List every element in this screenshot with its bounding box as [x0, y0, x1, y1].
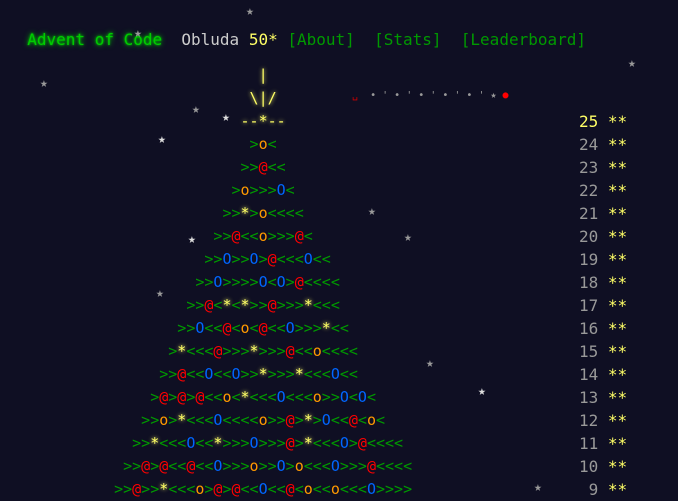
tree-row: >*<<<@>>>*>>>@<<o<<<<	[168, 342, 358, 360]
day-stars: **	[598, 227, 628, 246]
tree-row: |	[258, 66, 268, 84]
tree-row: >>*>o<<<<	[222, 204, 304, 222]
day-link[interactable]: 17 **	[579, 294, 627, 317]
day-link[interactable]: 19 **	[579, 248, 627, 271]
day-stars: **	[598, 457, 628, 476]
day-number: 15	[579, 342, 599, 361]
background-star-icon: ★	[534, 480, 542, 495]
day-number: 16	[579, 319, 599, 338]
nav-about-link[interactable]: [About]	[287, 30, 354, 49]
day-number: 25	[579, 112, 599, 131]
tree-row: >>@<<O<<O>>*>>>*<<<O<<	[159, 365, 358, 383]
day-stars: **	[598, 319, 628, 338]
day-number: 17	[579, 296, 599, 315]
day-stars: **	[598, 158, 628, 177]
day-stars: **	[598, 250, 628, 269]
day-link[interactable]: 13 **	[579, 386, 627, 409]
day-number: 22	[579, 181, 599, 200]
tree-row: >>@<<o>>>@<	[213, 227, 313, 245]
tree-row: >@>@>@<<o<*<<<O<<<o>>O<O<	[150, 388, 376, 406]
day-number: 18	[579, 273, 599, 292]
tree-row: >>O<<@<o<@<<O>>>*<<	[177, 319, 349, 337]
tree-row: >>@>>*<<<o>@>@<<O<<@<o<<o<<<O>>>>	[114, 480, 413, 498]
day-link[interactable]: 11 **	[579, 432, 627, 455]
nav-stats-link[interactable]: [Stats]	[374, 30, 441, 49]
day-stars: **	[598, 365, 628, 384]
day-link[interactable]: 22 **	[579, 179, 627, 202]
tree-row: --*--	[240, 112, 286, 130]
day-number: 9	[579, 480, 599, 499]
day-link[interactable]: 25 **	[579, 110, 627, 133]
christmas-tree: | \|/ --*-- >o< >>@<< >o>>>O< >>*>o<<<< …	[96, 64, 412, 501]
day-stars: **	[598, 388, 628, 407]
tree-row: >>o>*<<<O<<<<o>>@>*>O<<@<o<	[141, 411, 385, 429]
tree-row: \|/	[249, 89, 277, 107]
username: Obluda	[181, 30, 240, 49]
day-number: 21	[579, 204, 599, 223]
day-link[interactable]: 10 **	[579, 455, 627, 478]
background-star-icon: ★	[246, 4, 254, 19]
background-star-icon: ★	[134, 26, 142, 41]
day-stars: **	[598, 411, 628, 430]
tree-row: >>O>>O>@<<<O<<	[204, 250, 331, 268]
tree-row: >>@<*<*>>@>>>*<<<	[186, 296, 340, 314]
day-link[interactable]: 16 **	[579, 317, 627, 340]
day-stars: **	[598, 135, 628, 154]
day-link[interactable]: 21 **	[579, 202, 627, 225]
day-number: 13	[579, 388, 599, 407]
day-link[interactable]: 14 **	[579, 363, 627, 386]
day-stars: **	[598, 342, 628, 361]
day-stars: **	[598, 204, 628, 223]
day-stars: **	[598, 181, 628, 200]
day-number: 10	[579, 457, 599, 476]
background-star-icon: ★	[478, 384, 486, 399]
background-star-icon: ★	[40, 76, 48, 91]
day-number: 20	[579, 227, 599, 246]
day-number: 23	[579, 158, 599, 177]
day-stars: **	[598, 296, 628, 315]
day-list: 25 ** 24 ** 23 ** 22 ** 21 ** 20 ** 19 ** 18 **…	[579, 110, 627, 501]
day-link[interactable]: 18 **	[579, 271, 627, 294]
day-stars: **	[598, 480, 628, 499]
tree-row: >o>>>O<	[231, 181, 295, 199]
day-number: 11	[579, 434, 599, 453]
tree-row: >>@>@<<@<<O>>>o>>O>o<<<O>>>@<<<<	[123, 457, 413, 475]
day-number: 19	[579, 250, 599, 269]
day-link[interactable]: 20 **	[579, 225, 627, 248]
star-count: 50*	[248, 30, 278, 49]
day-link[interactable]: 9 **	[579, 478, 628, 501]
nav-leaderboard-link[interactable]: [Leaderboard]	[461, 30, 586, 49]
day-stars: **	[598, 434, 628, 453]
day-stars: **	[598, 112, 628, 131]
day-number: 12	[579, 411, 599, 430]
day-link[interactable]: 12 **	[579, 409, 627, 432]
tree-row: >>*<<<O<<*>>>O>>>@>*<<<O>@<<<<	[132, 434, 404, 452]
day-link[interactable]: 15 **	[579, 340, 627, 363]
day-link[interactable]: 24 **	[579, 133, 627, 156]
background-star-icon: ★	[426, 356, 434, 371]
day-number: 14	[579, 365, 599, 384]
tree-row: >>O>>>>O<O>@<<<<	[195, 273, 340, 291]
background-star-icon: ★	[628, 56, 636, 71]
day-stars: **	[598, 273, 628, 292]
day-link[interactable]: 23 **	[579, 156, 627, 179]
day-number: 24	[579, 135, 599, 154]
tree-row: >o<	[249, 135, 277, 153]
header: Advent of Code Obluda 50* [About] [Stats…	[8, 4, 586, 52]
tree-row: >>@<<	[240, 158, 286, 176]
